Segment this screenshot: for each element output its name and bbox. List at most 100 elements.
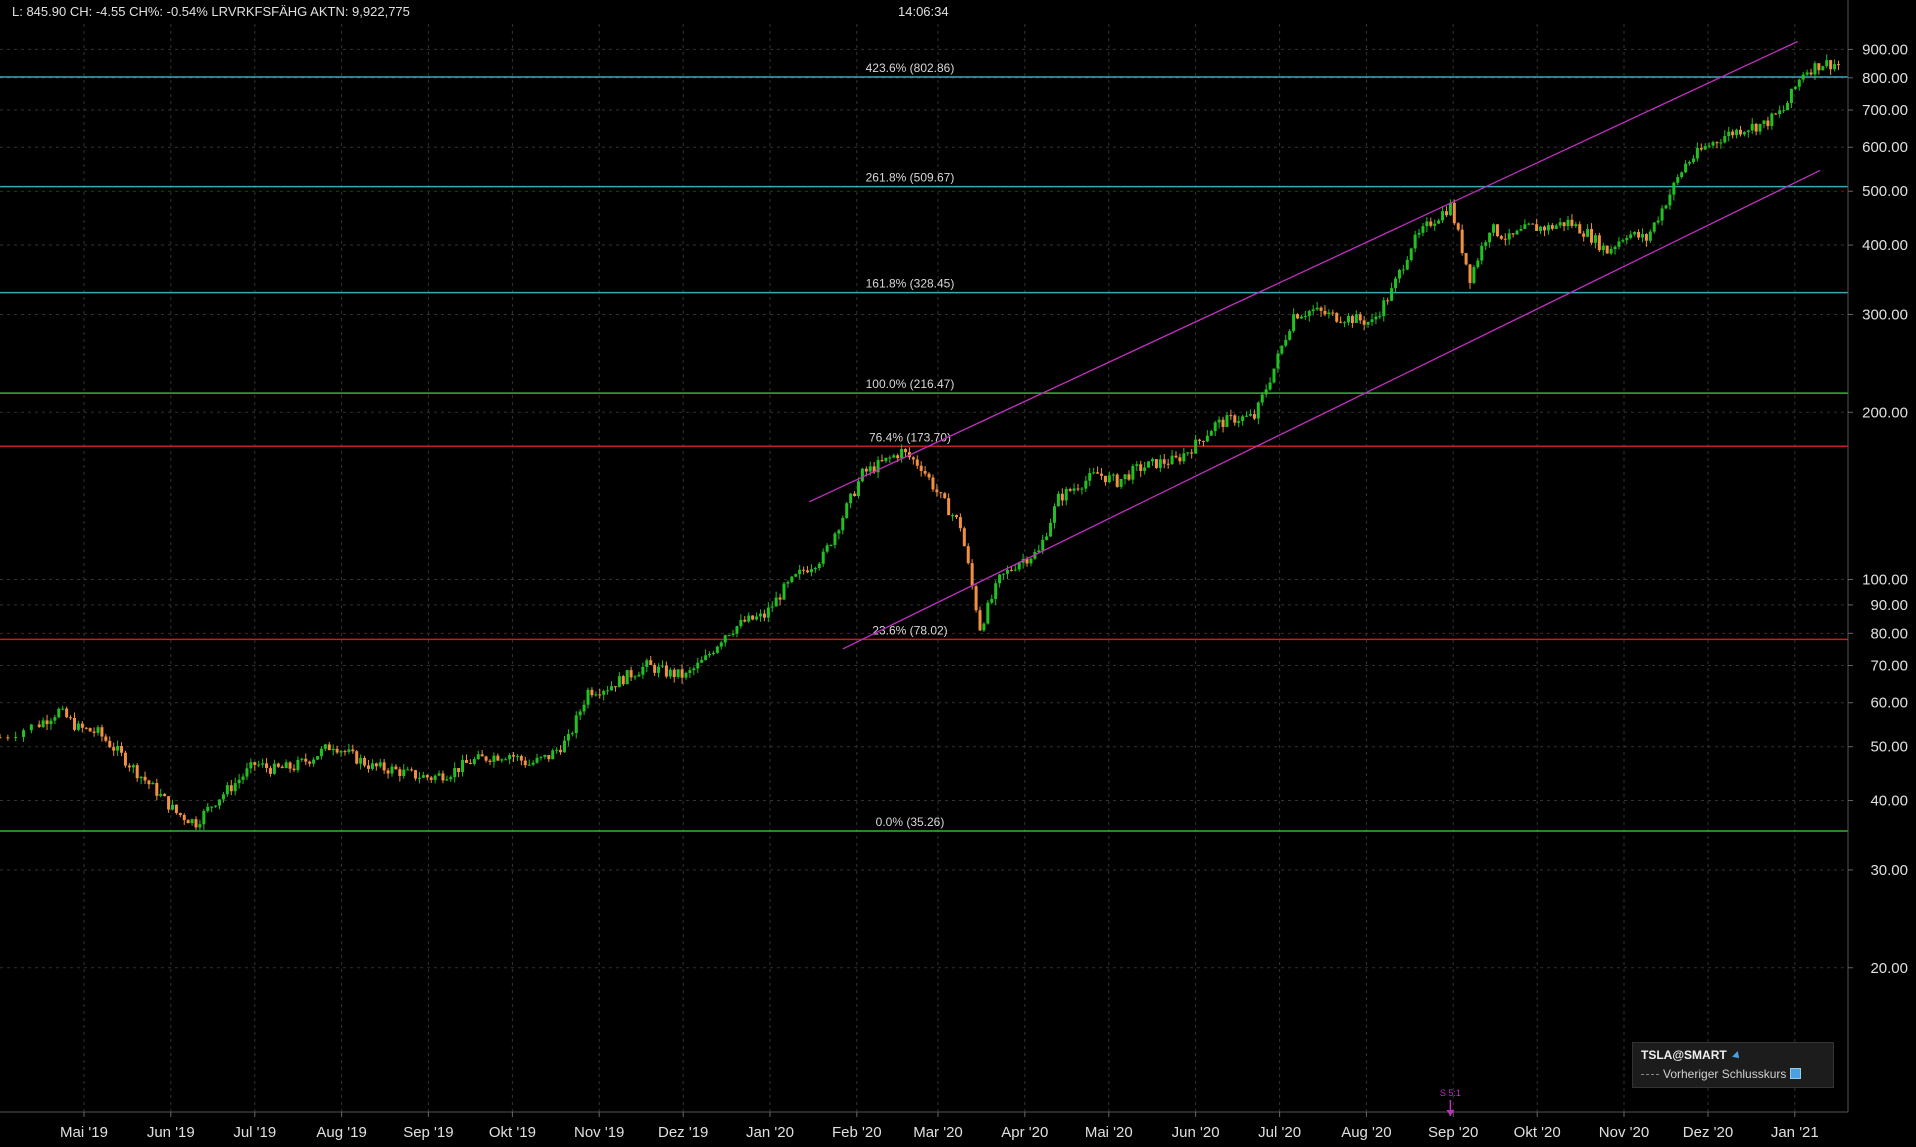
candle-body <box>374 763 378 767</box>
candle-body <box>1570 219 1574 227</box>
checkbox-icon[interactable] <box>1790 1068 1802 1079</box>
candle-body <box>1186 452 1190 454</box>
candle-body <box>1640 234 1644 238</box>
candle-body <box>1221 419 1225 427</box>
candle-body <box>1229 415 1233 417</box>
candle-body <box>355 751 359 764</box>
candle-body <box>555 749 559 751</box>
candle-body <box>1374 316 1378 320</box>
split-event-label: S 5:1 <box>1440 1088 1461 1098</box>
candle-body <box>915 459 919 466</box>
candle-body <box>637 674 641 677</box>
candle-body <box>1801 74 1805 80</box>
candle-body <box>986 602 990 624</box>
candle-body <box>1100 473 1104 476</box>
candle-body <box>751 615 755 620</box>
candle-body <box>1456 223 1460 230</box>
candle-body <box>53 717 57 721</box>
candle-body <box>613 686 617 688</box>
candle-body <box>515 756 519 758</box>
candle-body <box>578 711 582 716</box>
candle-body <box>484 756 488 761</box>
candle-body <box>319 748 323 757</box>
candle-body <box>606 690 610 692</box>
candle-body <box>131 765 135 768</box>
arrow-icon[interactable] <box>1731 1051 1742 1061</box>
candle-body <box>1166 463 1170 465</box>
time-axis[interactable]: Mai '19 Jun '19 Jul '19 Aug '19 Sep '19 Okt '… <box>0 1111 1848 1141</box>
candle-body <box>233 783 237 792</box>
trend-channel[interactable] <box>808 40 1821 650</box>
candle-body <box>1045 536 1049 540</box>
candle-body <box>1409 248 1413 260</box>
candle-body <box>37 724 41 727</box>
candle-body <box>280 766 284 769</box>
candle-body <box>1613 246 1617 250</box>
candle-body <box>1770 113 1774 127</box>
candle-body <box>829 544 833 546</box>
candle-body <box>743 619 747 622</box>
candle-body <box>1821 66 1825 71</box>
candle-body <box>547 755 551 760</box>
candle-body <box>1593 235 1597 243</box>
candle-body <box>1331 312 1335 314</box>
x-tick-label: Okt '20 <box>1514 1124 1561 1141</box>
candle-body <box>500 759 504 761</box>
legend-subtitle: Vorheriger Schlusskurs <box>1663 1067 1787 1081</box>
candle-body <box>1633 231 1637 235</box>
legend-panel[interactable]: TSLA@SMART Vorheriger Schlusskurs <box>1632 1042 1834 1088</box>
candle-body <box>1076 488 1080 490</box>
price-axis[interactable]: 900.00 800.00 700.00 600.00 500.00 400.00 300.… <box>1847 0 1908 1112</box>
candle-body <box>1370 319 1374 323</box>
candle-body <box>1554 225 1558 229</box>
candle-body <box>1652 222 1656 232</box>
candle-body <box>1617 241 1621 247</box>
candle-body <box>1836 64 1840 66</box>
candle-body <box>139 776 143 779</box>
candle-body <box>331 748 335 751</box>
candle-body <box>551 750 555 760</box>
candle-body <box>237 779 241 784</box>
candle-body <box>837 530 841 534</box>
candle-body <box>135 765 139 779</box>
y-tick-label: 80.00 <box>1870 625 1908 642</box>
candle-body <box>159 793 163 796</box>
candle-body <box>653 664 657 673</box>
candle-body <box>1437 220 1441 224</box>
legend-prev-close-row[interactable]: Vorheriger Schlusskurs <box>1641 1067 1802 1081</box>
x-tick-label: Jul '19 <box>233 1124 276 1141</box>
candle-body <box>1637 231 1641 238</box>
x-tick-label: Aug '19 <box>316 1124 366 1141</box>
candle-body <box>363 757 367 766</box>
legend-title-row[interactable]: TSLA@SMART <box>1641 1048 1742 1062</box>
channel-line[interactable] <box>842 169 1821 650</box>
candle-body <box>1825 60 1829 67</box>
candle-body <box>108 740 112 748</box>
candle-body <box>1315 307 1319 310</box>
candle-body <box>370 763 374 769</box>
candle-body <box>704 655 708 660</box>
candle-body <box>457 767 461 772</box>
candle-body <box>76 723 80 730</box>
candle-body <box>1578 224 1582 234</box>
candle-body <box>1582 233 1586 237</box>
candle-body <box>1005 569 1009 574</box>
channel-line[interactable] <box>808 40 1798 503</box>
candle-body <box>692 668 696 671</box>
candle-body <box>531 762 535 765</box>
candle-body <box>1394 278 1398 289</box>
price-chart[interactable]: 423.6% (802.86) 261.8% (509.67) 161.8% (32… <box>0 0 1916 1147</box>
candle-body <box>543 755 547 757</box>
candle-body <box>1676 177 1680 183</box>
candle-body <box>1762 120 1766 124</box>
candle-body <box>790 576 794 583</box>
candle-body <box>747 615 751 622</box>
x-tick-label: Nov '19 <box>574 1124 624 1141</box>
candle-body <box>1507 233 1511 240</box>
x-tick-label: Jun '20 <box>1172 1124 1220 1141</box>
candle-body <box>974 586 978 611</box>
candle-body <box>1644 234 1648 241</box>
candle-body <box>1668 194 1672 206</box>
candle-body <box>856 481 860 497</box>
candle-body <box>970 563 974 587</box>
